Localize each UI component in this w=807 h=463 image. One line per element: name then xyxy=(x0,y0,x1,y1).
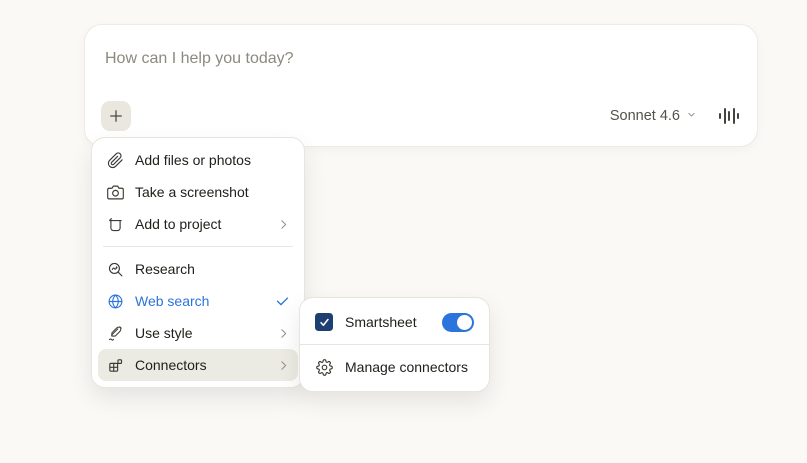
submenu-item-label: Smartsheet xyxy=(345,314,417,330)
submenu-item-label: Manage connectors xyxy=(345,359,468,375)
connectors-submenu: Smartsheet Manage connectors xyxy=(299,297,490,392)
quill-icon xyxy=(106,324,124,342)
menu-item-connectors[interactable]: Connectors xyxy=(98,349,298,381)
chevron-right-icon xyxy=(277,218,290,231)
project-box-icon xyxy=(106,215,124,233)
menu-item-label: Research xyxy=(135,261,195,277)
model-selector-label: Sonnet 4.6 xyxy=(610,108,680,124)
composer-card: How can I help you today? Sonnet 4.6 xyxy=(84,24,758,147)
menu-item-research[interactable]: Research xyxy=(98,253,298,285)
menu-item-label: Use style xyxy=(135,325,193,341)
message-input[interactable]: How can I help you today? xyxy=(105,50,294,68)
voice-input-button[interactable] xyxy=(719,107,739,125)
menu-item-use-style[interactable]: Use style xyxy=(98,317,298,349)
globe-icon xyxy=(106,292,124,310)
check-icon xyxy=(275,294,290,309)
connectors-grid-icon xyxy=(106,356,124,374)
chevron-right-icon xyxy=(277,359,290,372)
voice-waveform-icon xyxy=(719,108,739,124)
camera-icon xyxy=(106,183,124,201)
model-selector[interactable]: Sonnet 4.6 xyxy=(610,108,697,124)
submenu-item-manage-connectors[interactable]: Manage connectors xyxy=(300,347,489,387)
paperclip-icon xyxy=(106,151,124,169)
menu-item-add-files[interactable]: Add files or photos xyxy=(98,144,298,176)
toggle-knob xyxy=(457,315,472,330)
submenu-divider xyxy=(300,344,489,345)
menu-item-label: Web search xyxy=(135,293,209,309)
menu-item-label: Take a screenshot xyxy=(135,184,249,200)
smartsheet-logo-icon xyxy=(315,313,333,331)
menu-item-web-search[interactable]: Web search xyxy=(98,285,298,317)
chevron-right-icon xyxy=(277,327,290,340)
submenu-item-smartsheet[interactable]: Smartsheet xyxy=(300,302,489,342)
menu-item-take-screenshot[interactable]: Take a screenshot xyxy=(98,176,298,208)
chevron-down-icon xyxy=(686,108,697,124)
menu-item-label: Add to project xyxy=(135,216,221,232)
research-magnifier-icon xyxy=(106,260,124,278)
plus-icon xyxy=(107,107,125,125)
gear-icon xyxy=(315,358,333,376)
menu-divider xyxy=(103,246,293,247)
composer-attachments-menu: Add files or photos Take a screenshot Ad… xyxy=(91,137,305,388)
menu-item-label: Connectors xyxy=(135,357,207,373)
composer-right-controls: Sonnet 4.6 xyxy=(610,101,739,131)
menu-item-add-to-project[interactable]: Add to project xyxy=(98,208,298,240)
smartsheet-toggle[interactable] xyxy=(442,313,474,332)
attachments-menu-button[interactable] xyxy=(101,101,131,131)
message-input-placeholder: How can I help you today? xyxy=(105,50,294,67)
menu-item-label: Add files or photos xyxy=(135,152,251,168)
